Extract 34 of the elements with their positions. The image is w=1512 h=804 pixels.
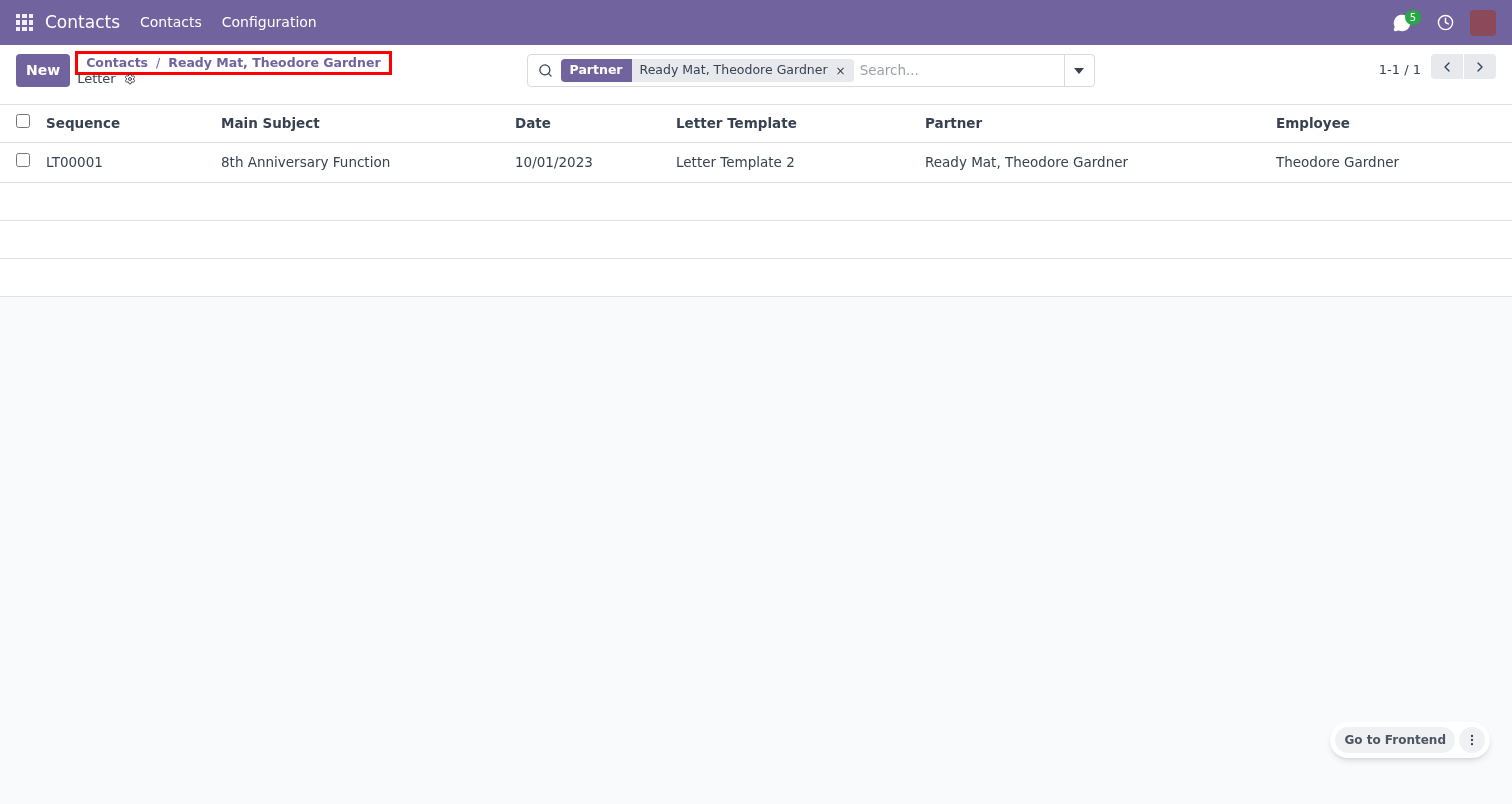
column-header[interactable]: Main Subject: [221, 115, 320, 132]
pager-value[interactable]: 1-1 / 1: [1378, 60, 1421, 80]
column-header[interactable]: Employee: [1276, 115, 1350, 132]
column-header[interactable]: Date: [515, 115, 551, 132]
search-facet-label: Partner: [560, 59, 632, 82]
nav-menu-item[interactable]: Contacts: [140, 12, 202, 33]
table-cell: 8th Anniversary Function: [221, 154, 391, 171]
facet-remove-button[interactable]: ×: [835, 61, 846, 80]
column-header[interactable]: Letter Template: [676, 115, 797, 132]
select-all-checkbox[interactable]: [16, 114, 30, 129]
go-to-frontend-button[interactable]: Go to Frontend: [1335, 727, 1455, 753]
table-cell: Letter Template 2: [676, 154, 795, 171]
table-cell: LT00001: [46, 154, 103, 171]
breadcrumb-link[interactable]: Contacts: [86, 53, 149, 73]
breadcrumb-separator: /: [156, 53, 161, 72]
next-button[interactable]: [1464, 54, 1496, 79]
search-input[interactable]: Search...: [859, 60, 1064, 81]
app-grid-icon[interactable]: [16, 14, 33, 31]
gear-icon[interactable]: [123, 72, 136, 85]
facet-value-text: Ready Mat, Theodore Gardner: [639, 61, 828, 80]
table-cell: Ready Mat, Theodore Gardner: [925, 154, 1129, 171]
app-name[interactable]: Contacts: [45, 9, 120, 36]
new-button[interactable]: New: [16, 54, 71, 87]
breadcrumb-link[interactable]: Ready Mat, Theodore Gardner: [168, 53, 381, 73]
clock-icon[interactable]: [1437, 14, 1454, 31]
search-icon: [537, 63, 553, 78]
previous-button[interactable]: [1431, 54, 1463, 79]
page-title: Letter: [77, 70, 116, 88]
nav-menu-item[interactable]: Configuration: [221, 12, 317, 33]
column-header[interactable]: Sequence: [46, 115, 121, 132]
column-header[interactable]: Partner: [925, 115, 983, 132]
table-cell: 10/01/2023: [515, 154, 593, 171]
table-cell: Theodore Gardner: [1276, 154, 1400, 171]
row-checkbox[interactable]: [16, 153, 30, 168]
